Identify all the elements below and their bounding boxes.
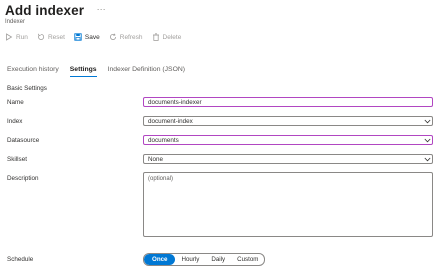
more-options-icon[interactable]: ··· [97,4,106,14]
chevron-down-icon [422,157,432,162]
chevron-down-icon [422,138,432,143]
play-icon [6,33,13,41]
datasource-dropdown[interactable]: documents [143,135,433,145]
datasource-value: documents [148,136,179,144]
tab-settings[interactable]: Settings [69,66,97,77]
save-button[interactable]: Save [74,33,100,41]
tab-bar: Execution history Settings Indexer Defin… [7,66,196,77]
run-label: Run [16,33,28,41]
schedule-label: Schedule [7,256,34,263]
schedule-option-once[interactable]: Once [144,254,176,265]
page-subtitle: Indexer [5,19,26,25]
name-value: documents-indexer [148,98,202,106]
tab-execution-history[interactable]: Execution history [7,66,59,77]
reset-icon [37,33,45,40]
datasource-label: Datasource [7,137,40,144]
schedule-option-hourly[interactable]: Hourly [175,254,205,265]
delete-label: Delete [162,33,182,41]
index-value: document-index [148,117,193,125]
page-title: Add indexer [5,3,85,18]
tab-indexer-definition[interactable]: Indexer Definition (JSON) [108,66,185,77]
chevron-down-icon [422,119,432,124]
save-icon [74,33,82,41]
trash-icon [152,33,159,41]
reset-label: Reset [47,33,65,41]
delete-button[interactable]: Delete [152,33,182,41]
refresh-icon [109,33,116,40]
index-label: Index [7,118,23,125]
refresh-label: Refresh [119,33,143,41]
save-label: Save [84,33,100,41]
schedule-option-daily[interactable]: Daily [205,254,231,265]
index-dropdown[interactable]: document-index [143,116,433,126]
refresh-button[interactable]: Refresh [109,33,143,41]
description-placeholder: (optional) [148,176,174,182]
schedule-selector: Once Hourly Daily Custom [143,253,266,266]
reset-button[interactable]: Reset [37,33,65,41]
schedule-option-custom[interactable]: Custom [231,254,264,265]
section-heading: Basic Settings [7,85,47,92]
page-header: Add indexer ··· Indexer [5,2,106,25]
name-label: Name [7,99,24,106]
skillset-label: Skillset [7,156,27,163]
skillset-dropdown[interactable]: None [143,154,433,164]
run-button[interactable]: Run [5,33,28,41]
name-field[interactable]: documents-indexer [143,97,433,107]
toolbar: Run Reset Save Refresh Delete [5,30,190,44]
description-textarea[interactable]: (optional) [143,172,433,237]
description-label: Description [7,175,39,182]
skillset-value: None [148,155,164,163]
